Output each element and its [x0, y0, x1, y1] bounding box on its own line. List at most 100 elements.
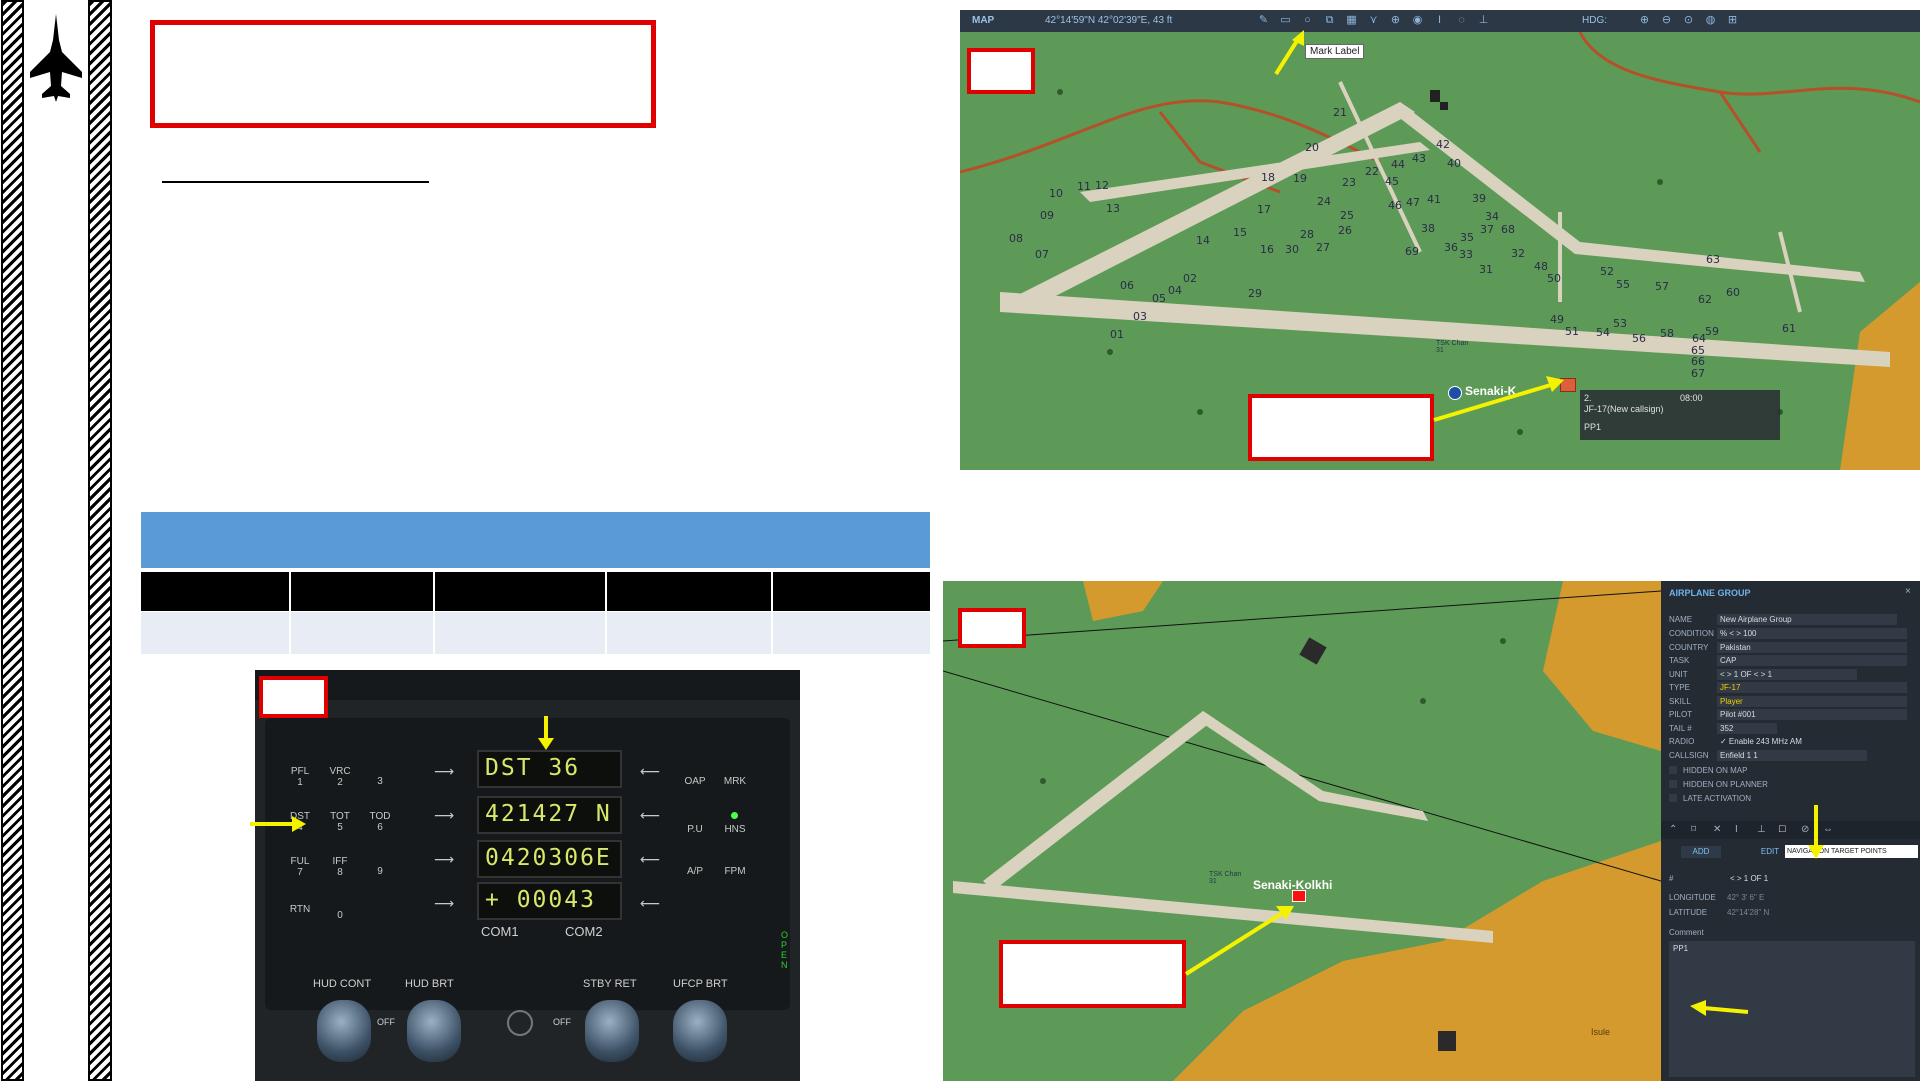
unit-popup-line1: 2. [1584, 393, 1592, 403]
zoom-fit-icon[interactable]: ⊙ [1682, 14, 1695, 27]
fullscreen-icon[interactable]: ⊞ [1726, 14, 1739, 27]
parking-45: 45 [1385, 175, 1399, 188]
arrow-key-right-3[interactable]: ⟵ [633, 852, 667, 866]
layers-icon[interactable]: ⧉ [1323, 14, 1336, 27]
arrow-key-right-2[interactable]: ⟵ [633, 808, 667, 822]
field-label-tail: TAIL # [1669, 724, 1692, 733]
parking-62: 62 [1698, 293, 1712, 306]
knob-label-hud-cont: HUD CONT [313, 978, 372, 990]
parking-06: 06 [1120, 279, 1134, 292]
parking-34: 34 [1485, 210, 1499, 223]
globe-icon[interactable]: ◍ [1704, 14, 1717, 27]
type-select[interactable]: JF-17 [1717, 682, 1907, 693]
arrow-key-right-1[interactable]: ⟵ [633, 764, 667, 778]
unit-popup-time: 08:00 [1680, 393, 1703, 403]
nav-points-tab-icon[interactable]: □ [1779, 823, 1786, 835]
hash-label: # [1669, 874, 1674, 883]
ufcp-brt-knob[interactable] [673, 1000, 727, 1062]
key-oap[interactable]: OAP [678, 776, 712, 787]
target-icon[interactable]: ⊕ [1389, 14, 1402, 27]
route-icon[interactable]: ⋎ [1367, 14, 1380, 27]
radio-field[interactable]: ✓ Enable 243 MHz AM [1717, 736, 1907, 747]
hidden-on-planner-label: HIDDEN ON PLANNER [1683, 780, 1768, 789]
key-pfl[interactable]: PFL 1 [283, 766, 317, 788]
key-iff[interactable]: IFF 8 [323, 856, 357, 878]
pen-icon[interactable]: ✎ [1257, 14, 1270, 27]
key-tot[interactable]: TOT 5 [323, 811, 357, 833]
key-vrc[interactable]: VRC 2 [323, 766, 357, 788]
unit-popup-name: JF-17(New callsign) [1584, 404, 1664, 414]
fuel-tab-icon[interactable]: ⊥ [1757, 824, 1766, 835]
parking-16: 16 [1260, 243, 1274, 256]
summary-tab-icon[interactable]: I [1735, 824, 1738, 835]
tail-number-field[interactable]: 352 [1717, 723, 1777, 734]
key-pu[interactable]: P.U [678, 824, 712, 835]
parking-20: 20 [1305, 141, 1319, 154]
key-ap[interactable]: A/P [678, 866, 712, 877]
triggers-tab-icon[interactable]: ⌑ [1691, 824, 1696, 835]
parking-68: 68 [1501, 223, 1515, 236]
map-callout-box [1248, 394, 1434, 461]
zoom-in-icon[interactable]: ⊕ [1638, 14, 1651, 27]
parking-52: 52 [1600, 265, 1614, 278]
key-ful[interactable]: FUL 7 [283, 856, 317, 878]
route-tab-icon[interactable]: ⌃ [1669, 824, 1677, 835]
key-tod[interactable]: TOD 6 [363, 811, 397, 833]
parking-30: 30 [1285, 243, 1299, 256]
longitude-label: LONGITUDE [1669, 893, 1716, 902]
hidden-on-map-checkbox[interactable] [1669, 766, 1677, 774]
skill-select[interactable]: Player [1717, 696, 1907, 707]
pilot-field[interactable]: Pilot #001 [1717, 709, 1907, 720]
right-stripe-rail [88, 0, 112, 1081]
mission-editor-map[interactable]: TSK Chan 31 Senaki-Kolkhi Isule [943, 581, 1661, 1081]
task-select[interactable]: CAP [1717, 655, 1907, 666]
tower-icon[interactable]: ⊥ [1477, 14, 1490, 27]
add-button[interactable]: ADD [1681, 846, 1721, 858]
key-rtn[interactable]: RTN [283, 904, 317, 915]
key-mrk[interactable]: MRK [718, 776, 752, 787]
key-hns[interactable]: HNS [718, 824, 752, 835]
stby-ret-knob[interactable] [585, 1000, 639, 1062]
edit-button[interactable]: EDIT [1757, 846, 1783, 858]
center-switch[interactable] [507, 1010, 533, 1036]
field-label-task: TASK [1669, 656, 1690, 665]
key-3[interactable]: 3 [363, 776, 397, 787]
hud-cont-knob[interactable] [317, 1000, 371, 1062]
chat-icon[interactable]: ◌ [1455, 14, 1468, 27]
grid-icon[interactable]: ▦ [1345, 14, 1358, 27]
point-stepper[interactable]: < > 1 OF 1 [1727, 873, 1917, 884]
panel-close-icon[interactable]: × [1905, 586, 1911, 597]
arrow-key-left-1[interactable]: ⟶ [427, 764, 461, 778]
arrow-to-mark-label [1274, 30, 1304, 76]
parking-59: 59 [1705, 325, 1719, 338]
off-label-2: OFF [553, 1017, 571, 1027]
radar-icon[interactable]: ◉ [1411, 14, 1424, 27]
parking-61: 61 [1782, 322, 1796, 335]
payload-tab-icon[interactable]: ✕ [1713, 824, 1721, 835]
parking-05: 05 [1152, 292, 1166, 305]
zoom-out-icon[interactable]: ⊖ [1660, 14, 1673, 27]
ufcp-display-4: + 00043 [477, 882, 622, 920]
late-activation-checkbox[interactable] [1669, 794, 1677, 802]
hud-brt-knob[interactable] [407, 1000, 461, 1062]
arrow-key-left-2[interactable]: ⟶ [427, 808, 461, 822]
hns-indicator-light [731, 812, 738, 819]
open-label: OPEN [781, 930, 789, 970]
arrow-key-left-3[interactable]: ⟶ [427, 852, 461, 866]
country-select[interactable]: Pakistan [1717, 642, 1907, 653]
arrow-key-left-4[interactable]: ⟶ [427, 896, 461, 910]
parking-14: 14 [1196, 234, 1210, 247]
callsign-field[interactable]: Enfield 1 1 [1717, 750, 1867, 761]
key-0[interactable]: 0 [323, 910, 357, 921]
unit-stepper[interactable]: < > 1 OF < > 1 [1717, 669, 1857, 680]
arrow-key-right-4[interactable]: ⟵ [633, 896, 667, 910]
hidden-on-planner-checkbox[interactable] [1669, 780, 1677, 788]
field-label-name: NAME [1669, 615, 1693, 624]
condition-field[interactable]: % < > 100 [1717, 628, 1907, 639]
parking-51: 51 [1565, 325, 1579, 338]
unit-icon[interactable]: I [1433, 14, 1446, 27]
key-9[interactable]: 9 [363, 866, 397, 877]
name-field[interactable]: New Airplane Group [1717, 614, 1897, 625]
key-fpm[interactable]: FPM [718, 866, 752, 877]
panel-title: AIRPLANE GROUP [1669, 588, 1751, 598]
